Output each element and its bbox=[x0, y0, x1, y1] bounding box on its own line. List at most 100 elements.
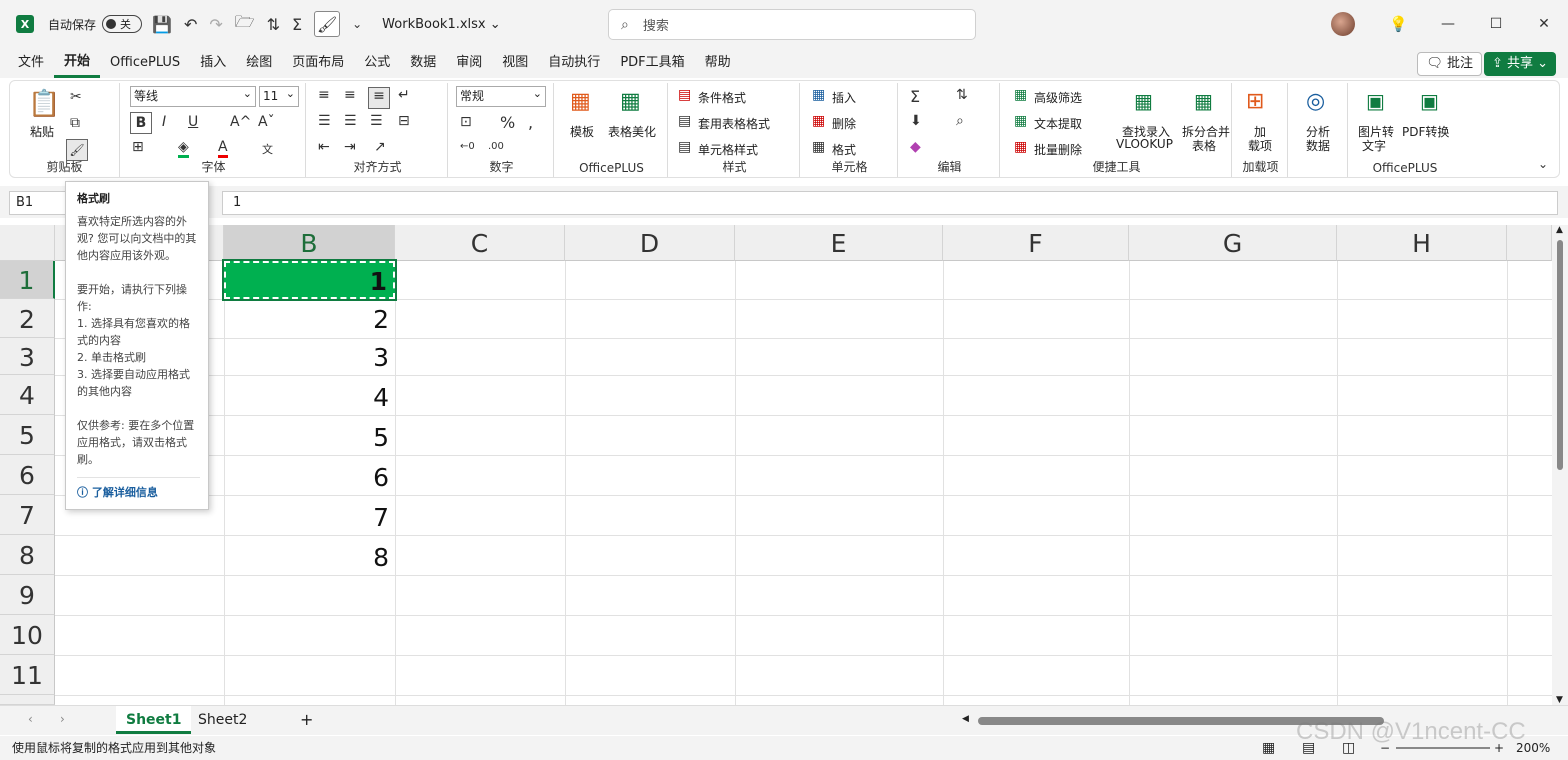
align-middle-icon[interactable]: ≡ bbox=[344, 87, 356, 103]
row-header-10[interactable]: 10 bbox=[0, 615, 55, 655]
analyze-label-2[interactable]: 数据 bbox=[1306, 137, 1330, 154]
maximize-button[interactable]: ☐ bbox=[1472, 16, 1520, 32]
tab-review[interactable]: 审阅 bbox=[446, 48, 492, 78]
avatar[interactable] bbox=[1331, 12, 1356, 36]
sort-icon[interactable]: ⇅ bbox=[267, 15, 280, 34]
tab-automate[interactable]: 自动执行 bbox=[538, 48, 610, 78]
cell-b1-selected[interactable]: 1 bbox=[222, 259, 397, 301]
tab-officeplus[interactable]: OfficePLUS bbox=[100, 48, 190, 78]
insert-cells-label[interactable]: 插入 bbox=[832, 89, 856, 106]
spreadsheet-grid[interactable]: B C D E F G H 1 2 3 4 5 6 7 8 9 10 11 1 … bbox=[0, 225, 1552, 705]
find-icon[interactable]: ⌕ bbox=[956, 113, 964, 129]
font-color-icon[interactable]: A bbox=[218, 139, 228, 158]
image-to-text-icon[interactable]: ▣ bbox=[1366, 89, 1385, 113]
cell-styles-label[interactable]: 单元格样式 bbox=[698, 141, 758, 158]
row-header-4[interactable]: 4 bbox=[0, 375, 55, 415]
column-header-e[interactable]: E bbox=[735, 225, 943, 261]
column-header-b[interactable]: B bbox=[224, 225, 395, 261]
row-header-12[interactable] bbox=[0, 695, 55, 705]
decrease-font-icon[interactable]: Aˇ bbox=[258, 114, 275, 130]
align-left-icon[interactable]: ☰ bbox=[318, 113, 331, 129]
document-name[interactable]: WorkBook1.xlsx ⌄ bbox=[382, 17, 500, 32]
wrap-text-icon[interactable]: ↵ bbox=[398, 87, 410, 103]
table-beautify-icon[interactable]: ▦ bbox=[620, 89, 641, 114]
conditional-format-icon[interactable]: ▤ bbox=[678, 87, 691, 103]
select-all-corner[interactable] bbox=[0, 225, 55, 261]
lightbulb-icon[interactable]: 💡 bbox=[1389, 15, 1408, 33]
tab-home[interactable]: 开始 bbox=[54, 48, 101, 78]
learn-more-link[interactable]: ⓘ 了解详细信息 bbox=[77, 477, 200, 501]
column-header-f[interactable]: F bbox=[943, 225, 1129, 261]
cell-b2[interactable]: 2 bbox=[224, 305, 389, 334]
close-button[interactable]: ✕ bbox=[1520, 16, 1568, 32]
scroll-down-icon[interactable]: ▼ bbox=[1556, 695, 1563, 705]
addins-label-2[interactable]: 载项 bbox=[1248, 137, 1272, 154]
autosave-toggle[interactable]: 关 bbox=[102, 15, 143, 33]
align-center-icon[interactable]: ☰ bbox=[344, 113, 357, 129]
next-sheet-icon[interactable]: › bbox=[60, 712, 65, 726]
autosum-icon[interactable]: Σ bbox=[292, 15, 302, 34]
bold-icon[interactable]: B bbox=[130, 112, 152, 134]
row-header-11[interactable]: 11 bbox=[0, 655, 55, 695]
sort-filter-icon[interactable]: ⇅ bbox=[956, 87, 968, 103]
cell-b7[interactable]: 7 bbox=[224, 503, 389, 532]
copy-icon[interactable]: ⧉ bbox=[70, 115, 80, 131]
tab-view[interactable]: 视图 bbox=[492, 48, 538, 78]
currency-icon[interactable]: ⊡ bbox=[460, 114, 472, 130]
minimize-button[interactable]: — bbox=[1424, 16, 1472, 32]
scroll-left-icon[interactable]: ◀ bbox=[962, 714, 969, 724]
number-format-select[interactable]: 常规 bbox=[456, 84, 546, 107]
column-header-i[interactable] bbox=[1507, 225, 1552, 261]
tab-data[interactable]: 数据 bbox=[400, 48, 446, 78]
template-icon[interactable]: ▦ bbox=[570, 89, 591, 114]
fill-color-icon[interactable]: ◈ bbox=[178, 139, 189, 158]
insert-cells-icon[interactable]: ▦ bbox=[812, 87, 825, 103]
align-bottom-icon[interactable]: ≡ bbox=[368, 87, 390, 109]
zoom-slider[interactable] bbox=[1396, 747, 1490, 749]
addins-icon[interactable]: ⊞ bbox=[1246, 89, 1264, 114]
cell-b4[interactable]: 4 bbox=[224, 383, 389, 412]
save-icon[interactable]: 💾 bbox=[152, 15, 172, 34]
format-cells-label[interactable]: 格式 bbox=[832, 141, 856, 158]
indent-increase-icon[interactable]: ⇥ bbox=[344, 139, 356, 155]
template-label[interactable]: 模板 bbox=[570, 123, 594, 140]
customize-qat-icon[interactable]: ⌄ bbox=[352, 17, 362, 31]
row-header-1[interactable]: 1 bbox=[0, 261, 55, 299]
share-button[interactable]: ⇪ 共享 ⌄ bbox=[1483, 52, 1556, 76]
row-header-9[interactable]: 9 bbox=[0, 575, 55, 615]
analyze-data-icon[interactable]: ◎ bbox=[1306, 89, 1325, 114]
pdf-convert-icon[interactable]: ▣ bbox=[1420, 89, 1439, 113]
cell-styles-icon[interactable]: ▤ bbox=[678, 139, 691, 155]
name-box[interactable]: B1 bbox=[9, 191, 69, 215]
tab-page-layout[interactable]: 页面布局 bbox=[282, 48, 354, 78]
vertical-scroll-thumb[interactable] bbox=[1557, 240, 1563, 470]
row-header-3[interactable]: 3 bbox=[0, 338, 55, 375]
clear-icon[interactable]: ◆ bbox=[910, 139, 921, 155]
increase-decimal-icon[interactable]: ←0 bbox=[460, 141, 475, 152]
merge-center-icon[interactable]: ⊟ bbox=[398, 113, 410, 129]
row-header-5[interactable]: 5 bbox=[0, 415, 55, 455]
lookup-icon[interactable]: ▦ bbox=[1134, 89, 1153, 113]
add-sheet-button[interactable]: + bbox=[300, 710, 313, 729]
normal-view-icon[interactable]: ▦ bbox=[1262, 736, 1275, 760]
font-name-select[interactable]: 等线 bbox=[130, 84, 256, 107]
text-extract-icon[interactable]: ▦ bbox=[1014, 113, 1027, 129]
row-header-8[interactable]: 8 bbox=[0, 535, 55, 575]
split-merge-icon[interactable]: ▦ bbox=[1194, 89, 1213, 113]
vertical-scrollbar[interactable]: ▲ ▼ bbox=[1552, 225, 1568, 705]
row-header-2[interactable]: 2 bbox=[0, 299, 55, 338]
sheet-tab-sheet2[interactable]: Sheet2 bbox=[188, 706, 257, 734]
open-folder-icon[interactable]: 🗁 bbox=[235, 11, 255, 38]
tab-pdf-tools[interactable]: PDF工具箱 bbox=[610, 48, 694, 78]
batch-delete-label[interactable]: 批量删除 bbox=[1034, 141, 1082, 158]
image-to-text-label-2[interactable]: 文字 bbox=[1362, 137, 1386, 154]
pdf-convert-label[interactable]: PDF转换 bbox=[1402, 123, 1449, 140]
column-header-h[interactable]: H bbox=[1337, 225, 1507, 261]
conditional-format-label[interactable]: 条件格式 bbox=[698, 89, 746, 106]
row-header-6[interactable]: 6 bbox=[0, 455, 55, 495]
redo-icon[interactable]: ↷ bbox=[209, 15, 222, 34]
increase-font-icon[interactable]: A^ bbox=[230, 114, 251, 130]
cell-b6[interactable]: 6 bbox=[224, 463, 389, 492]
phonetic-icon[interactable]: 文 bbox=[262, 141, 273, 157]
comment-button[interactable]: 🗨 批注 bbox=[1417, 52, 1482, 76]
